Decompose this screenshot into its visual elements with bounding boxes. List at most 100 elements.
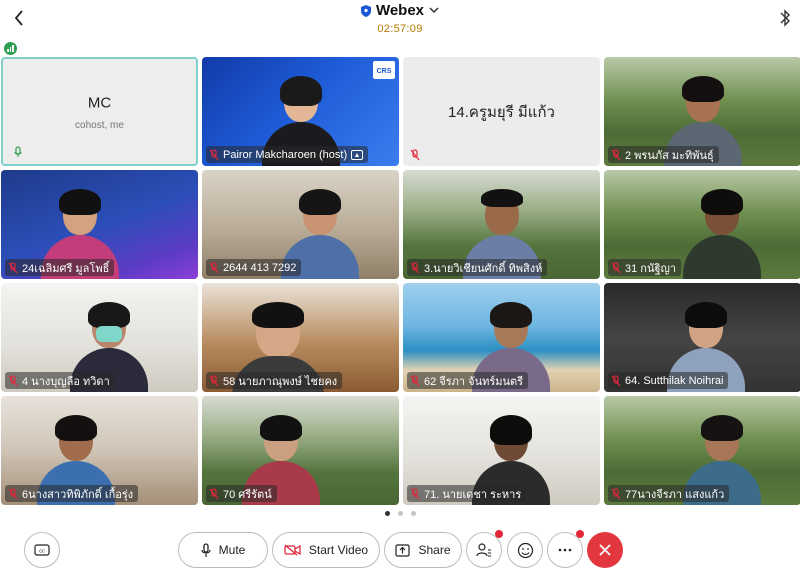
participant-tile[interactable]: 31 กนัฐิญา [604,170,800,279]
reactions-button[interactable] [507,532,543,568]
mic-muted-icon [611,261,621,273]
start-video-button[interactable]: Start Video [272,532,380,568]
name-bar: 3.นายวิเชียนศักดิ์ ทิพสิงห์ [407,259,548,276]
participant-tile[interactable]: 77นางจีรภา แสงแก้ว [604,396,800,505]
mic-muted-icon [209,374,219,386]
participant-name: 71. นายเดชา ระหาร [424,488,522,501]
mic-muted-icon [410,148,420,160]
page-dot-3[interactable] [410,511,416,516]
participant-name: 64. Sutthilak Noihrai [625,374,724,387]
participant-tile[interactable]: 58 นายภาณุพงษ์ ไชยคง [202,283,399,392]
participant-tile[interactable]: 4 นางบุญลือ ทวิดา [1,283,198,392]
participant-name: 31 กนัฐิญา [625,262,677,275]
participant-tile[interactable]: 62 จีรภา จันทร์มนตรี [403,283,600,392]
participant-role: cohost, me [75,119,124,131]
more-options-button[interactable] [547,530,584,568]
participant-name: MC [87,94,112,112]
app-title: Webex [375,2,425,19]
mic-muted-icon [410,487,420,499]
more-icon [558,548,572,552]
participant-tile[interactable]: 2 พรนภัส มะทิพันธุ์ [604,57,800,166]
participant-tile[interactable]: 70 ศรีรัตน์ [202,396,399,505]
participant-name: 62 จีรภา จันทร์มนตรี [424,375,524,388]
mic-muted-icon [209,148,219,160]
leave-meeting-button[interactable] [587,532,623,568]
participant-name: 2 พรนภัส มะทิพันธุ์ [625,149,714,162]
participant-name: 14.ครูมยุรี มีแก้ว [448,103,555,121]
signal-icon[interactable] [4,42,17,55]
mic-muted-icon [410,374,420,386]
name-bar: 64. Sutthilak Noihrai [608,372,729,389]
shield-icon [360,4,371,17]
name-bar: 6นางสาวทิพิภักดิ์ เกื้อรุ่ง [5,485,139,502]
share-label: Share [418,543,451,557]
participant-tile[interactable]: 24เฉลิมศรี มูลโพธิ์ [1,170,198,279]
participant-name: Pairor Makcharoen (host) [223,148,348,161]
participant-name: 6นางสาวทิพิภักดิ์ เกื้อรุ่ง [22,488,134,501]
name-bar: 24เฉลิมศรี มูลโพธิ์ [5,259,115,276]
mute-button[interactable]: Mute [178,532,268,568]
emoji-icon [517,542,533,558]
name-bar: 58 นายภาณุพงษ์ ไชยคง [206,372,343,389]
participant-name: 77นางจีรภา แสงแก้ว [625,488,725,501]
name-bar [407,146,425,163]
mute-label: Mute [218,543,246,557]
page-dot-2[interactable] [397,511,403,516]
mic-muted-icon [611,487,621,499]
name-bar [11,143,27,160]
mic-muted-icon [611,148,621,160]
participant-name: 58 นายภาณุพงษ์ ไชยคง [223,375,338,388]
participants-icon [476,543,491,557]
name-bar: Pairor Makcharoen (host) [206,146,369,163]
page-indicator[interactable] [0,511,800,516]
participants-button[interactable] [466,530,503,568]
participant-name: 4 นางบุญลือ ทวิดา [22,375,110,388]
name-bar: 71. นายเดชา ระหาร [407,485,527,502]
captions-button[interactable]: cc [24,532,60,568]
closed-caption-icon: cc [34,544,50,556]
participant-tile[interactable]: 64. Sutthilak Noihrai [604,283,800,392]
page-dot-1[interactable] [384,511,390,516]
name-bar: 2644 413 7292 [206,259,302,276]
mic-icon [14,145,22,157]
name-bar: 2 พรนภัส มะทิพันธุ์ [608,146,719,163]
participant-name: 2644 413 7292 [223,261,297,274]
webex-meeting-screen: Webex 02:57:09 MC cohost, me CRS Pairor [0,0,800,587]
name-bar: 4 นางบุญลือ ทวิดา [5,372,115,389]
notification-dot [576,530,584,538]
participant-tile[interactable]: 3.นายวิเชียนศักดิ์ ทิพสิงห์ [403,170,600,279]
svg-text:cc: cc [39,549,45,555]
participant-tile[interactable]: CRS Pairor Makcharoen (host) [202,57,399,166]
mic-muted-icon [410,261,420,273]
name-bar: 31 กนัฐิญา [608,259,682,276]
participant-name: 24เฉลิมศรี มูลโพธิ์ [22,262,110,275]
meeting-title-area[interactable]: Webex 02:57:09 [0,2,800,35]
close-icon [599,544,611,556]
chevron-down-icon[interactable] [429,7,439,14]
participant-tile-self[interactable]: MC cohost, me [1,57,198,166]
participant-name: 70 ศรีรัตน์ [223,488,272,501]
mic-muted-icon [209,487,219,499]
meeting-toolbar: cc Mute Start Video Share [0,530,800,572]
participant-name: 3.นายวิเชียนศักดิ์ ทิพสิงห์ [424,262,543,275]
notification-dot [495,530,503,538]
video-off-icon [284,544,301,556]
participant-tile[interactable]: 71. นายเดชา ระหาร [403,396,600,505]
meeting-timer: 02:57:09 [377,22,423,35]
mic-muted-icon [8,487,18,499]
mic-muted-icon [8,374,18,386]
company-logo: CRS [373,61,395,79]
participant-grid: MC cohost, me CRS Pairor Makcharoen (hos… [1,57,800,505]
meeting-header: Webex 02:57:09 [0,0,800,38]
mic-muted-icon [209,261,219,273]
participant-tile[interactable]: 14.ครูมยุรี มีแก้ว [403,57,600,166]
participant-tile[interactable]: 6นางสาวทิพิภักดิ์ เกื้อรุ่ง [1,396,198,505]
share-icon [351,149,364,160]
share-button[interactable]: Share [384,532,462,568]
name-bar: 70 ศรีรัตน์ [206,485,277,502]
participant-tile[interactable]: 2644 413 7292 [202,170,399,279]
mic-icon [201,542,211,557]
bluetooth-icon[interactable] [778,8,792,28]
name-bar: 62 จีรภา จันทร์มนตรี [407,372,529,389]
participant-video [679,187,765,279]
